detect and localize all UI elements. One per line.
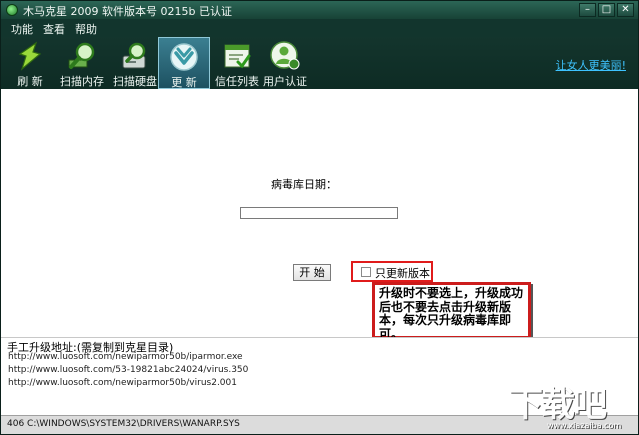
tip-annotation: 升级时不要选上，升级成功后也不要去点击升级新版本，每次只升级病毒库即可。 xyxy=(372,282,531,340)
virus-db-date-label: 病毒库日期： xyxy=(271,178,337,191)
refresh-icon xyxy=(18,41,42,71)
user-auth-icon xyxy=(270,41,300,70)
title-bar[interactable]: 木马克星 2009 软件版本号 0215b 已认证 – □ ✕ xyxy=(1,1,638,19)
brand-link[interactable]: 让女人更美丽! xyxy=(556,57,626,73)
window-controls: – □ ✕ xyxy=(579,3,634,17)
app-window: 木马克星 2009 软件版本号 0215b 已认证 – □ ✕ 功能 查看 帮助… xyxy=(0,0,639,435)
user-auth-button[interactable]: 用户认证 xyxy=(259,37,311,89)
virus-db-date-field[interactable] xyxy=(240,207,398,219)
trust-list-button[interactable]: 信任列表 xyxy=(211,37,263,89)
scan-memory-label: 扫描内存 xyxy=(60,75,104,88)
app-logo-icon xyxy=(6,4,18,16)
update-only-option[interactable]: 只更新版本 xyxy=(351,261,433,282)
watermark-logo: 下载吧 xyxy=(509,385,607,425)
menu-bar: 功能 查看 帮助 xyxy=(1,19,638,37)
status-text: 406 C:\WINDOWS\SYSTEM32\DRIVERS\WANARP.S… xyxy=(7,419,240,429)
maximize-button[interactable]: □ xyxy=(598,3,615,17)
menu-help[interactable]: 帮助 xyxy=(70,19,102,37)
window-title: 木马克星 2009 软件版本号 0215b 已认证 xyxy=(23,5,232,18)
refresh-label: 刷 新 xyxy=(17,75,43,88)
scan-memory-button[interactable]: 扫描内存 xyxy=(56,37,108,89)
trust-list-icon xyxy=(224,44,251,69)
watermark-url: www.xiazaiba.com xyxy=(547,421,622,430)
scan-disk-label: 扫描硬盘 xyxy=(113,75,157,88)
update-panel: 病毒库日期： 开 始 只更新版本 升级时不要选上，升级成功后也不要去点击升级新版… xyxy=(1,89,638,340)
user-auth-label: 用户认证 xyxy=(263,75,307,88)
scan-memory-icon xyxy=(68,42,95,69)
manual-url[interactable]: http://www.luosoft.com/newiparmor50b/ipa… xyxy=(8,352,243,362)
toolbar: 刷 新 扫描内存 扫描硬盘 更 新 信任列表 用户认证 让女人更美丽! xyxy=(1,37,638,89)
manual-url[interactable]: http://www.luosoft.com/newiparmor50b/vir… xyxy=(8,378,237,388)
start-button[interactable]: 开 始 xyxy=(293,264,331,281)
trust-list-label: 信任列表 xyxy=(215,75,259,88)
update-only-label: 只更新版本 xyxy=(375,267,430,280)
close-button[interactable]: ✕ xyxy=(617,3,634,17)
update-only-checkbox[interactable] xyxy=(361,267,371,277)
refresh-button[interactable]: 刷 新 xyxy=(4,37,56,89)
menu-view[interactable]: 查看 xyxy=(38,19,70,37)
manual-url[interactable]: http://www.luosoft.com/53-19821abc24024/… xyxy=(8,365,248,375)
scan-disk-button[interactable]: 扫描硬盘 xyxy=(109,37,161,89)
update-label: 更 新 xyxy=(171,76,197,89)
watermark: 下载吧 www.xiazaiba.com xyxy=(509,377,637,433)
update-button[interactable]: 更 新 xyxy=(158,37,210,89)
menu-function[interactable]: 功能 xyxy=(6,19,38,37)
scan-disk-icon xyxy=(122,42,146,69)
update-icon xyxy=(170,43,198,71)
minimize-button[interactable]: – xyxy=(579,3,596,17)
